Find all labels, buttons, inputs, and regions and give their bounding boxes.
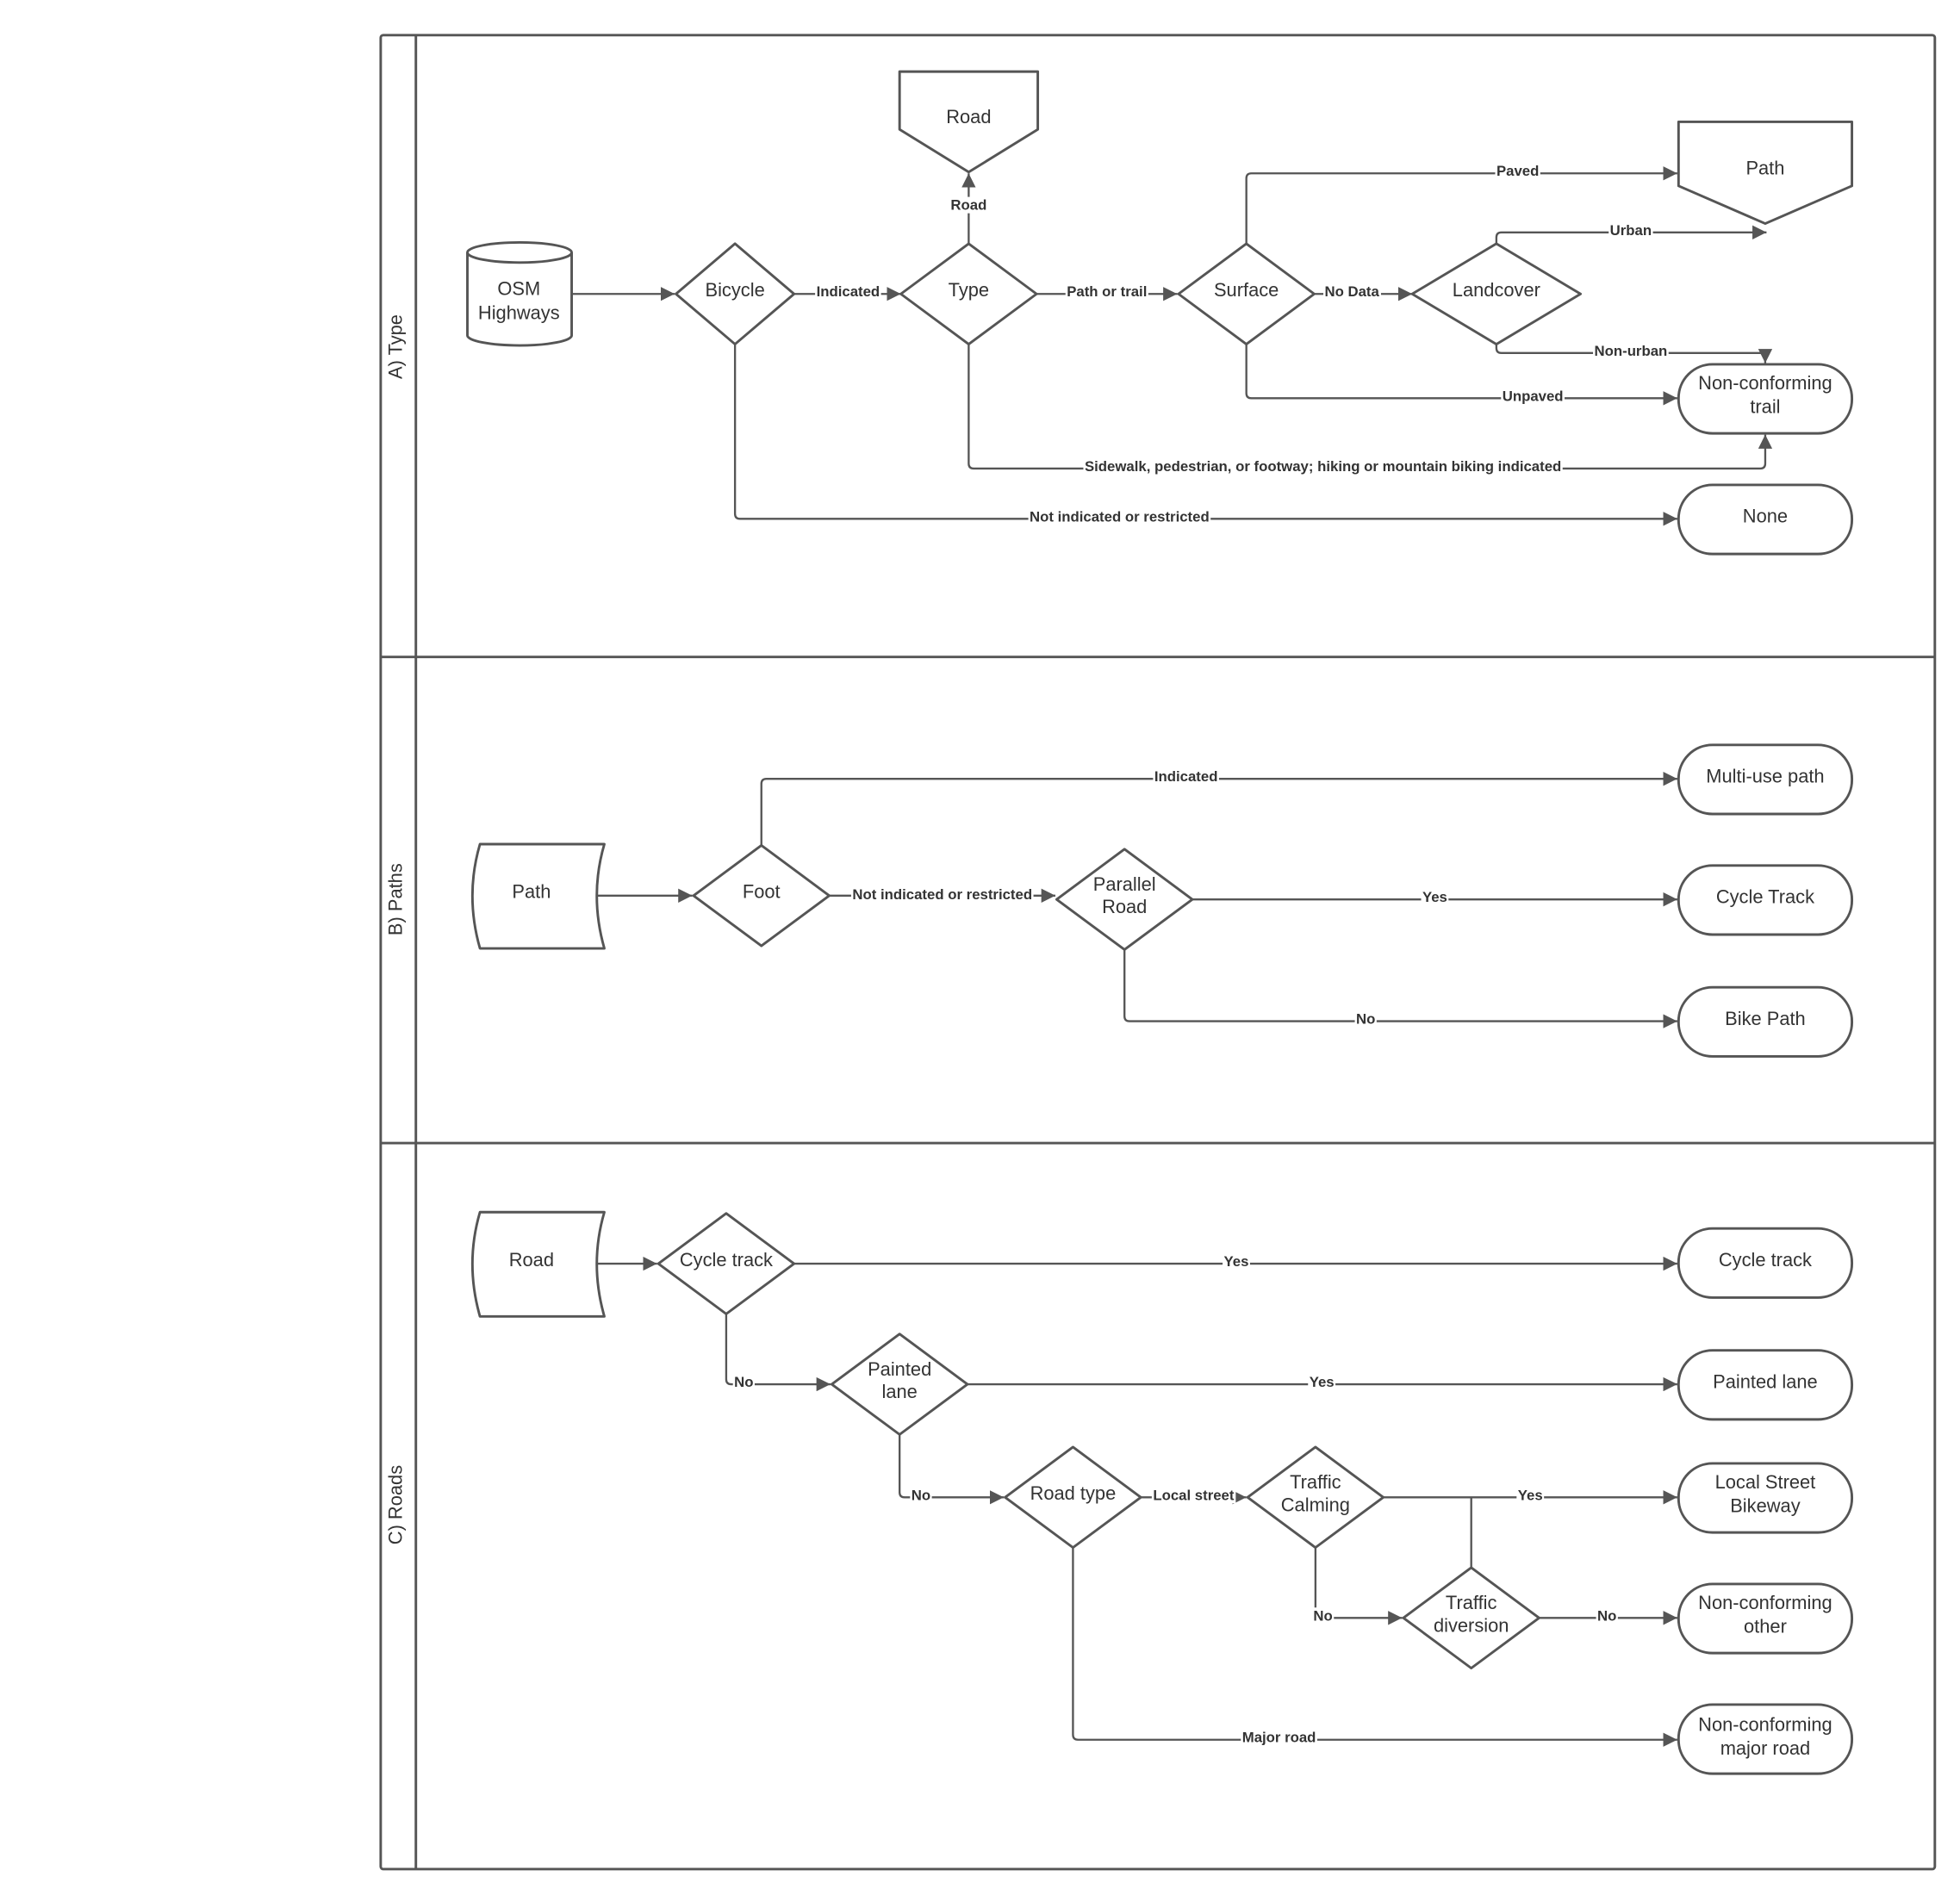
decision-type[interactable]: Type [899,242,1038,346]
node-label: diversion [1434,1614,1509,1636]
edge-label: Major road [1242,1730,1316,1746]
decision-painted-lane[interactable]: Painted lane [830,1333,969,1436]
edge-label: No [1597,1607,1616,1624]
edge-label: No [912,1487,930,1503]
terminal-bike-path[interactable]: Bike Path [1677,985,1854,1058]
node-label: Road [1102,896,1147,917]
terminal-multi-use-path[interactable]: Multi-use path [1677,743,1854,816]
terminal-nonconforming-major-road[interactable]: Non-conforming major road [1677,1703,1854,1775]
node-label: Path [512,881,551,903]
edge-label: No [734,1374,753,1390]
decision-cycle-track[interactable]: Cycle track [656,1212,796,1315]
node-label: Painted lane [1713,1370,1818,1392]
lane-label-roads: C) Roads [385,1465,407,1544]
edge-label: Sidewalk, pedestrian, or footway; hiking… [1085,458,1561,475]
decision-landcover[interactable]: Landcover [1410,242,1583,346]
lane-label-type: A) Type [385,314,407,379]
edge-label: Indicated [1154,768,1218,785]
node-label: Cycle track [1719,1249,1812,1271]
node-label: Parallel [1093,873,1156,895]
node-label: other [1744,1616,1787,1637]
node-label: None [1743,506,1788,527]
edge-label: Paved [1496,163,1539,179]
edge-label: Local street [1153,1487,1235,1503]
terminal-painted-lane[interactable]: Painted lane [1677,1349,1854,1421]
node-label: Type [949,279,989,301]
terminal-cycle-track-road[interactable]: Cycle track [1677,1227,1854,1299]
edge-label: Path or trail [1067,283,1147,300]
node-label: Local Street [1715,1471,1816,1493]
edge-label: Not indicated or restricted [852,886,1032,903]
decision-bicycle[interactable]: Bicycle [675,242,796,346]
lane-a-edge-labels: Indicated Road Path or trail No Data Pav… [815,163,1669,525]
terminal-nonconforming-trail[interactable]: Non-conforming trail [1677,363,1854,435]
edge-label: Road [950,197,986,214]
node-label: Path [1745,158,1784,179]
node-label: Non-conforming [1698,372,1832,394]
node-label: Non-conforming [1698,1713,1832,1735]
node-label: Road [946,106,991,127]
decision-traffic-calming[interactable]: Traffic Calming [1246,1445,1385,1550]
edge-label: No [1313,1607,1332,1624]
edge-label: Urban [1610,222,1652,239]
node-label: Road type [1030,1482,1117,1504]
node-label: Traffic [1446,1592,1497,1613]
edge-label: Yes [1224,1253,1249,1270]
node-label: Cycle track [680,1249,773,1271]
edge-label: Not indicated or restricted [1030,508,1210,525]
decision-traffic-diversion[interactable]: Traffic diversion [1402,1566,1540,1670]
edge-label: Indicated [817,283,880,300]
node-label: Bicycle [706,279,765,301]
node-label: Landcover [1453,279,1540,301]
node-label: Multi-use path [1706,765,1824,786]
edge-label: No [1356,1011,1375,1028]
node-osm-highways[interactable]: OSM Highways [466,240,574,347]
flowchart: A) Type B) Paths C) Roads Indicated Road… [379,34,1937,1871]
edge-label: Unpaved [1503,388,1564,404]
edge-label: Yes [1310,1374,1335,1390]
node-label: Bike Path [1725,1008,1806,1029]
node-label: Non-conforming [1698,1592,1832,1613]
node-label: major road [1720,1737,1810,1759]
node-label: OSM [497,278,540,300]
node-label: lane [882,1381,918,1402]
node-label: trail [1750,396,1780,418]
lane-c-edge-labels: Yes No Yes No Local street Yes No No Maj… [732,1253,1618,1746]
terminal-local-street-bikeway[interactable]: Local Street Bikeway [1677,1462,1854,1534]
decision-foot[interactable]: Foot [692,843,831,948]
node-label: Foot [743,881,781,903]
node-label: Calming [1281,1494,1350,1515]
terminal-nonconforming-other[interactable]: Non-conforming other [1677,1582,1854,1655]
edge-label: Yes [1518,1487,1543,1503]
node-label: Highways [478,301,560,323]
decision-parallel-road[interactable]: Parallel Road [1055,848,1194,951]
stored-data-path[interactable]: Path [470,842,606,950]
decision-road-type[interactable]: Road type [1004,1445,1142,1550]
edge-label: Non-urban [1595,343,1668,359]
offpage-path[interactable]: Path [1677,120,1854,226]
stored-data-road[interactable]: Road [470,1210,606,1318]
node-label: Painted [868,1358,931,1380]
edge-label: No Data [1324,283,1379,300]
node-label: Surface [1214,279,1279,301]
terminal-cycle-track[interactable]: Cycle Track [1677,864,1854,936]
offpage-road[interactable]: Road [898,70,1040,174]
node-label: Traffic [1290,1471,1341,1493]
edge-label: Yes [1422,889,1447,905]
lane-label-paths: B) Paths [385,863,407,935]
terminal-none[interactable]: None [1677,483,1854,556]
node-label: Road [509,1249,554,1271]
node-label: Bikeway [1730,1495,1800,1517]
decision-surface[interactable]: Surface [1177,242,1316,346]
node-label: Cycle Track [1716,885,1814,907]
